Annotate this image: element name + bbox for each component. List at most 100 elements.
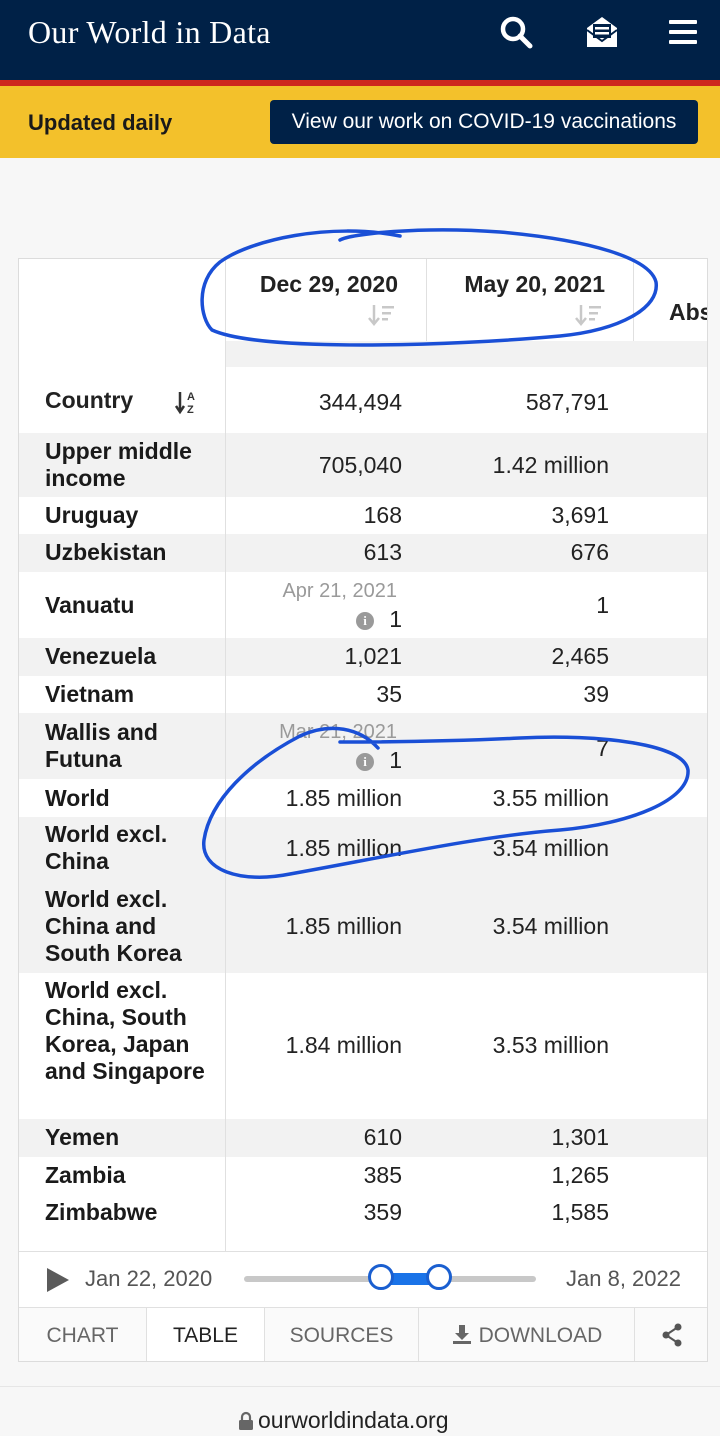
tab-download[interactable]: DOWNLOAD — [419, 1308, 635, 1361]
column-header-absolute[interactable]: Abs — [669, 299, 707, 326]
tab-download-label: DOWNLOAD — [478, 1324, 603, 1347]
country-name: World excl. China, South Korea, Japan an… — [45, 977, 205, 1084]
cell-value: 1 — [389, 606, 402, 632]
table-row: World 1.85 million 3.55 million — [19, 779, 707, 817]
country-name: World excl. China and South Korea — [45, 886, 182, 966]
header-band — [226, 341, 707, 367]
table-row: Zimbabwe 359 1,585 — [19, 1194, 707, 1234]
info-icon[interactable]: i — [356, 612, 374, 630]
cell-value: 587,791 — [525, 389, 609, 415]
search-icon[interactable] — [498, 14, 534, 50]
timeline-start-handle[interactable] — [368, 1264, 394, 1290]
cell-value: 3.53 million — [492, 1032, 609, 1058]
cell-value: 1,585 — [551, 1199, 609, 1225]
cell-value: 1.85 million — [285, 913, 402, 939]
tab-table[interactable]: TABLE — [147, 1308, 265, 1361]
country-name: Vanuatu — [45, 592, 135, 618]
cell-value: 613 — [363, 539, 402, 565]
table-row: Uruguay 168 3,691 — [19, 497, 707, 534]
timeline-end-date: Jan 8, 2022 — [566, 1266, 681, 1291]
cell-value: 1,021 — [344, 643, 402, 669]
sort-descending-icon[interactable] — [575, 303, 603, 327]
table-row: Wallis and Futuna Mar 21, 2021 i 1 7 — [19, 713, 707, 779]
alert-banner: Updated daily View our work on COVID-19 … — [0, 86, 720, 158]
cell-value: 3.54 million — [492, 913, 609, 939]
url-text: ourworldindata.org — [258, 1407, 449, 1433]
cell-value: 1 — [596, 592, 609, 618]
table-row: Yemen 610 1,301 — [19, 1119, 707, 1157]
cell-value: 3,691 — [551, 502, 609, 528]
table-row: World excl. China, South Korea, Japan an… — [19, 973, 707, 1119]
cell-value: 168 — [363, 502, 402, 528]
cell-value: 1.42 million — [492, 452, 609, 478]
country-name: World excl. China — [45, 821, 168, 874]
column-header-may-20[interactable]: May 20, 2021 — [427, 259, 633, 341]
cell-value: 359 — [363, 1199, 402, 1225]
download-icon — [452, 1325, 471, 1344]
table-row-total: 344,494 587,791 — [19, 367, 707, 433]
table-row: Vanuatu Apr 21, 2021 i 1 1 — [19, 572, 707, 638]
lock-icon — [239, 1411, 253, 1430]
cell-date-note: Apr 21, 2021 — [282, 580, 397, 602]
info-icon[interactable]: i — [356, 753, 374, 771]
tab-chart[interactable]: CHART — [19, 1308, 147, 1361]
play-icon[interactable] — [47, 1268, 69, 1292]
country-name: Zambia — [45, 1162, 126, 1188]
cell-value: 1 — [389, 747, 402, 773]
column-divider — [225, 259, 226, 1251]
timeline-slider: Jan 22, 2020 Jan 8, 2022 — [19, 1251, 707, 1307]
country-name: Vietnam — [45, 681, 135, 707]
cell-value: 385 — [363, 1162, 402, 1188]
cell-value: 1.85 million — [285, 835, 402, 861]
sort-descending-icon[interactable] — [368, 303, 396, 327]
table-row: World excl. China 1.85 million 3.54 mill… — [19, 817, 707, 881]
cell-value: 7 — [596, 735, 609, 761]
timeline-end-handle[interactable] — [426, 1264, 452, 1290]
cell-value: 35 — [376, 681, 402, 707]
share-icon — [662, 1323, 682, 1347]
country-name: Uruguay — [45, 502, 139, 528]
tab-sources[interactable]: SOURCES — [265, 1308, 419, 1361]
banner-text: Updated daily — [28, 110, 173, 135]
table-row: Uzbekistan 613 676 — [19, 534, 707, 572]
cell-value: 3.54 million — [492, 835, 609, 861]
cell-value: 1.85 million — [285, 785, 402, 811]
table-row: Venezuela 1,021 2,465 — [19, 638, 707, 676]
subscribe-icon[interactable] — [584, 14, 620, 50]
browser-url-bar[interactable]: ourworldindata.org — [0, 1386, 720, 1436]
country-name: Zimbabwe — [45, 1199, 158, 1225]
table-row: Vietnam 35 39 — [19, 676, 707, 713]
timeline-start-date: Jan 22, 2020 — [85, 1266, 213, 1291]
country-name: Wallis and Futuna — [45, 719, 158, 772]
site-header: Our World in Data — [0, 0, 720, 80]
cell-value: 344,494 — [318, 389, 402, 415]
cell-value: 1,301 — [551, 1124, 609, 1150]
country-name: World — [45, 785, 110, 811]
country-name: Yemen — [45, 1124, 120, 1150]
cell-value: 39 — [583, 681, 609, 707]
table-row: Zambia 385 1,265 — [19, 1157, 707, 1194]
table-row: Upper middle income 705,040 1.42 million — [19, 433, 707, 497]
column-separator — [633, 259, 634, 341]
country-name: Uzbekistan — [45, 539, 167, 565]
column-header-label: May 20, 2021 — [464, 271, 605, 297]
cell-value: 676 — [570, 539, 609, 565]
menu-icon[interactable] — [666, 14, 702, 50]
cell-date-note: Mar 21, 2021 — [279, 721, 397, 743]
cell-value: 3.55 million — [492, 785, 609, 811]
vaccinations-button[interactable]: View our work on COVID-19 vaccinations — [270, 100, 698, 144]
cell-value: 610 — [363, 1124, 402, 1150]
view-tabs: CHART TABLE SOURCES DOWNLOAD — [19, 1307, 707, 1361]
site-logo[interactable]: Our World in Data — [28, 14, 271, 51]
country-name: Venezuela — [45, 643, 157, 669]
column-header-label: Dec 29, 2020 — [259, 271, 398, 297]
table-row: World excl. China and South Korea 1.85 m… — [19, 881, 707, 973]
cell-value: 2,465 — [551, 643, 609, 669]
share-button[interactable] — [635, 1308, 707, 1361]
cell-value: 705,040 — [318, 452, 402, 478]
cell-value: 1,265 — [551, 1162, 609, 1188]
country-name: Upper middle income — [45, 438, 192, 491]
cell-value: 1.84 million — [285, 1032, 402, 1058]
data-table-card: Dec 29, 2020 May 20, 2021 Abs Country A … — [18, 258, 708, 1362]
column-header-dec-29[interactable]: Dec 29, 2020 — [226, 259, 426, 341]
